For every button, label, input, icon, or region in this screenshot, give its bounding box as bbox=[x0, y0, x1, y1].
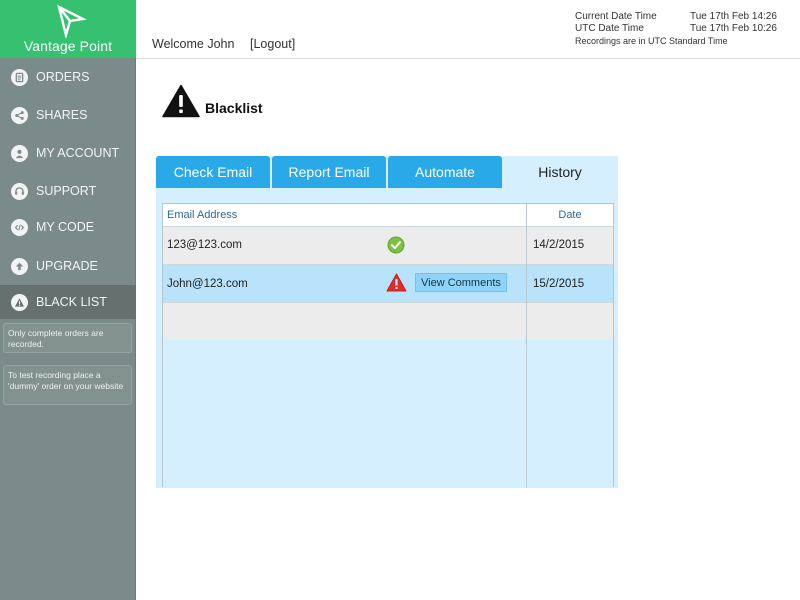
sidebar-note: Only complete orders are recorded. bbox=[3, 323, 132, 353]
upgrade-arrow-icon bbox=[11, 257, 28, 275]
sidebar-item-label: SUPPORT bbox=[36, 184, 97, 198]
code-icon bbox=[11, 218, 28, 236]
utc-note: Recordings are in UTC Standard Time bbox=[575, 36, 728, 46]
utc-date-label: UTC Date Time bbox=[575, 23, 644, 34]
date-cell: 15/2/2015 bbox=[533, 278, 585, 290]
logout-link[interactable]: [Logout] bbox=[250, 37, 295, 51]
current-date-value: Tue 17th Feb 14:26 bbox=[690, 11, 777, 22]
history-table: Email Address Date 123@123.com 14/2/2015… bbox=[162, 203, 614, 488]
sidebar: Vantage Point ORDERS SHARES MY ACCOUNT S… bbox=[0, 0, 136, 600]
page-title: Blacklist bbox=[205, 100, 263, 116]
tab-check-email[interactable]: Check Email bbox=[156, 156, 270, 188]
email-cell: 123@123.com bbox=[167, 239, 242, 251]
warning-icon bbox=[162, 84, 200, 118]
column-header-email[interactable]: Email Address bbox=[163, 204, 526, 226]
sidebar-item-label: MY ACCOUNT bbox=[36, 146, 120, 160]
sidebar-item-label: BLACK LIST bbox=[36, 295, 107, 309]
sidebar-item-label: UPGRADE bbox=[36, 259, 98, 273]
sidebar-item-orders[interactable]: ORDERS bbox=[0, 60, 136, 94]
tab-automate[interactable]: Automate bbox=[388, 156, 502, 188]
user-icon bbox=[11, 144, 28, 162]
sidebar-item-label: ORDERS bbox=[36, 70, 90, 84]
sidebar-item-my-account[interactable]: MY ACCOUNT bbox=[0, 136, 136, 170]
current-date-label: Current Date Time bbox=[575, 11, 657, 22]
brand-logo[interactable]: Vantage Point bbox=[0, 0, 136, 58]
share-icon bbox=[11, 106, 28, 124]
sidebar-item-support[interactable]: SUPPORT bbox=[0, 174, 136, 208]
orders-icon bbox=[11, 68, 28, 86]
tab-report-email[interactable]: Report Email bbox=[272, 156, 386, 188]
warning-icon bbox=[386, 273, 407, 292]
sidebar-item-shares[interactable]: SHARES bbox=[0, 98, 136, 132]
vantage-point-logo-icon bbox=[57, 4, 87, 38]
utc-date-value: Tue 17th Feb 10:26 bbox=[690, 23, 777, 34]
column-header-date[interactable]: Date bbox=[527, 204, 613, 226]
date-cell: 14/2/2015 bbox=[533, 239, 585, 251]
ok-check-icon bbox=[387, 236, 405, 254]
warning-icon bbox=[11, 293, 28, 311]
table-row-empty bbox=[163, 302, 613, 340]
sidebar-item-label: SHARES bbox=[36, 108, 88, 122]
sidebar-item-label: MY CODE bbox=[36, 220, 95, 234]
sidebar-item-my-code[interactable]: MY CODE bbox=[0, 210, 136, 244]
email-cell: John@123.com bbox=[167, 278, 248, 290]
support-icon bbox=[11, 182, 28, 200]
top-header: Welcome John [Logout] Current Date Time … bbox=[136, 0, 800, 59]
sidebar-item-black-list[interactable]: BLACK LIST bbox=[0, 285, 136, 319]
welcome-text: Welcome John bbox=[152, 37, 235, 51]
column-divider bbox=[526, 204, 527, 488]
view-comments-button[interactable]: View Comments bbox=[415, 273, 507, 292]
table-row[interactable]: 123@123.com 14/2/2015 bbox=[163, 226, 613, 264]
brand-name: Vantage Point bbox=[23, 38, 113, 54]
sidebar-note: To test recording place a 'dummy' order … bbox=[3, 365, 132, 405]
table-row[interactable]: John@123.com View Comments 15/2/2015 bbox=[163, 264, 613, 302]
tab-history[interactable]: History bbox=[502, 156, 618, 188]
sidebar-item-upgrade[interactable]: UPGRADE bbox=[0, 249, 136, 283]
